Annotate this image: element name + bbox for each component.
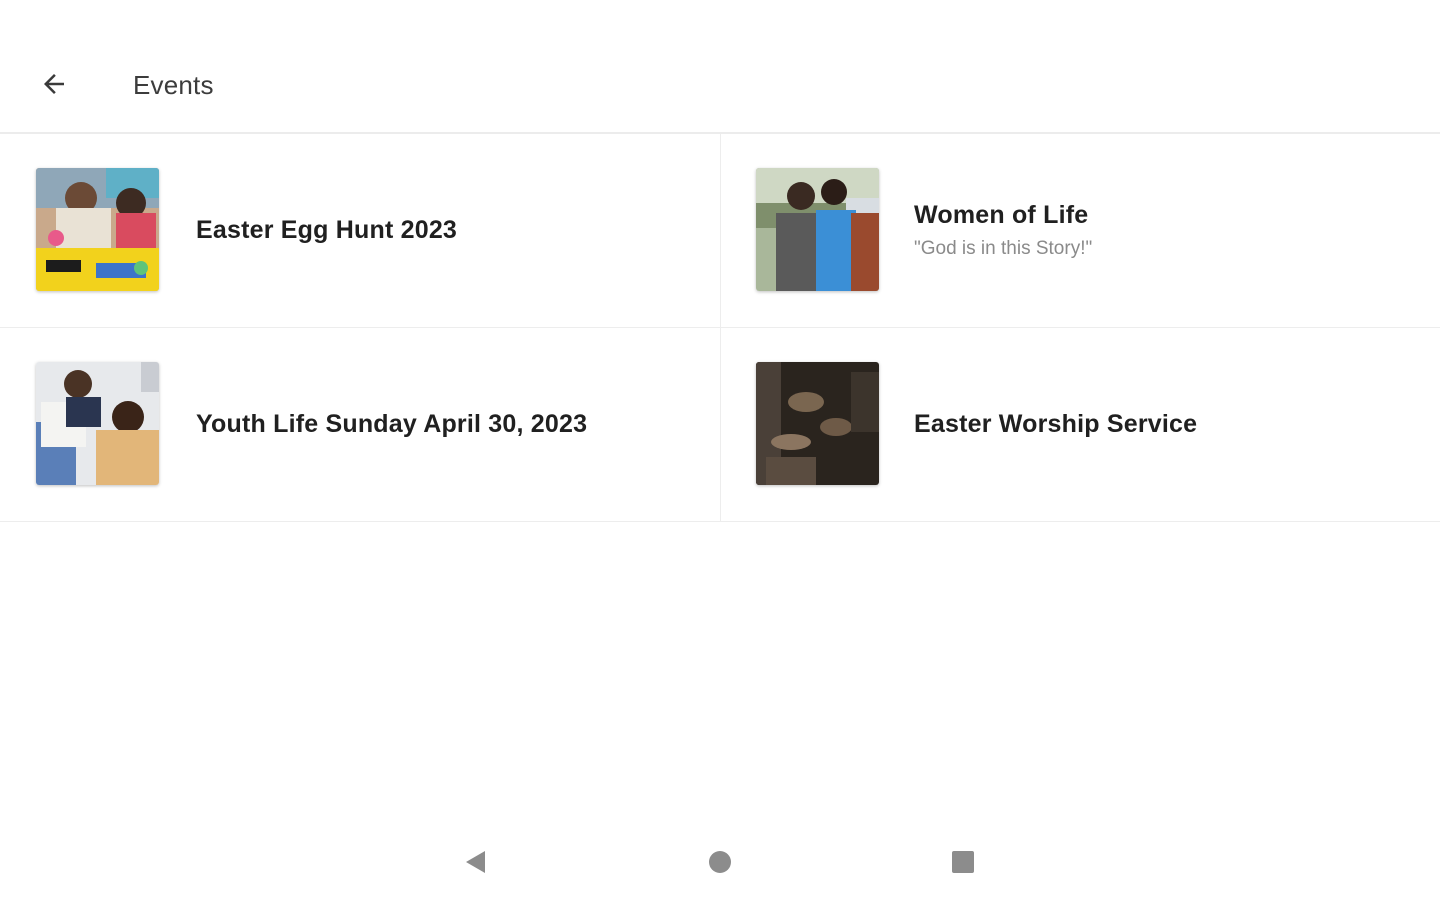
event-thumbnail — [756, 362, 879, 485]
event-text: Women of Life "God is in this Story!" — [914, 134, 1092, 327]
events-grid: Easter Egg Hunt 2023 Women of Life "God … — [0, 134, 1440, 522]
women-of-life-photo — [756, 168, 879, 291]
event-card-easter-worship-service[interactable]: Easter Worship Service — [721, 328, 1440, 522]
nav-back-triangle-icon — [466, 851, 485, 873]
events-screen: Events Easter Egg Hunt 2023 Women of Lif… — [0, 0, 1440, 900]
event-thumbnail — [36, 362, 159, 485]
event-text: Youth Life Sunday April 30, 2023 — [196, 328, 587, 521]
nav-home-button[interactable] — [700, 842, 740, 882]
back-button[interactable] — [30, 62, 78, 106]
event-subtitle: "God is in this Story!" — [914, 238, 1093, 259]
event-text: Easter Egg Hunt 2023 — [196, 134, 457, 327]
event-title: Easter Worship Service — [914, 410, 1198, 438]
event-thumbnail — [756, 168, 879, 291]
arrow-left-icon — [44, 74, 64, 94]
event-card-easter-egg-hunt[interactable]: Easter Egg Hunt 2023 — [0, 134, 721, 328]
event-card-women-of-life[interactable]: Women of Life "God is in this Story!" — [721, 134, 1440, 328]
easter-egg-hunt-photo — [36, 168, 159, 291]
event-text: Easter Worship Service — [914, 328, 1197, 521]
system-navigation-bar — [0, 820, 1440, 900]
page-title: Events — [133, 70, 214, 100]
event-card-youth-life-sunday[interactable]: Youth Life Sunday April 30, 2023 — [0, 328, 721, 522]
event-title: Women of Life — [914, 201, 1089, 229]
nav-home-circle-icon — [709, 851, 731, 873]
nav-recents-square-icon — [952, 851, 974, 873]
nav-back-button[interactable] — [456, 842, 496, 882]
event-title: Youth Life Sunday April 30, 2023 — [196, 410, 588, 438]
nav-recents-button[interactable] — [943, 842, 983, 882]
easter-worship-service-photo — [756, 362, 879, 485]
youth-life-sunday-photo — [36, 362, 159, 485]
event-thumbnail — [36, 168, 159, 291]
app-header: Events — [0, 0, 1440, 134]
event-title: Easter Egg Hunt 2023 — [196, 216, 458, 244]
